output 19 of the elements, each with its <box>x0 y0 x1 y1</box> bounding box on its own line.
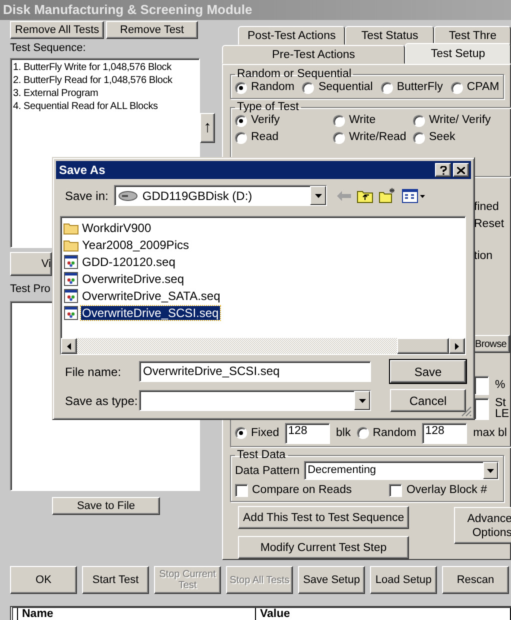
field-label: File name: <box>65 364 122 378</box>
option-label: tion <box>474 250 494 263</box>
option-label: fined <box>474 201 500 214</box>
field-label: St <box>495 398 507 409</box>
group-title: Type of Test <box>236 101 300 113</box>
group-title: Random or Sequential <box>236 68 352 80</box>
list-label: Test Pro <box>10 282 52 296</box>
unit-label: max bl <box>473 427 507 439</box>
field-label: Save as type: <box>65 394 139 408</box>
field-label: Data Pattern <box>235 464 300 478</box>
dialog-title: Save As <box>59 163 106 177</box>
field-label: LE <box>495 409 510 420</box>
option-label: Reset <box>474 218 506 231</box>
group-title: Test Data <box>236 449 287 461</box>
unit-label: blk <box>336 427 351 439</box>
field-label: Save in: <box>65 188 108 202</box>
window-title: Disk Manufacturing & Screening Module <box>0 0 511 20</box>
unit-label: % <box>495 379 506 392</box>
list-label: Test Sequence: <box>10 41 87 55</box>
